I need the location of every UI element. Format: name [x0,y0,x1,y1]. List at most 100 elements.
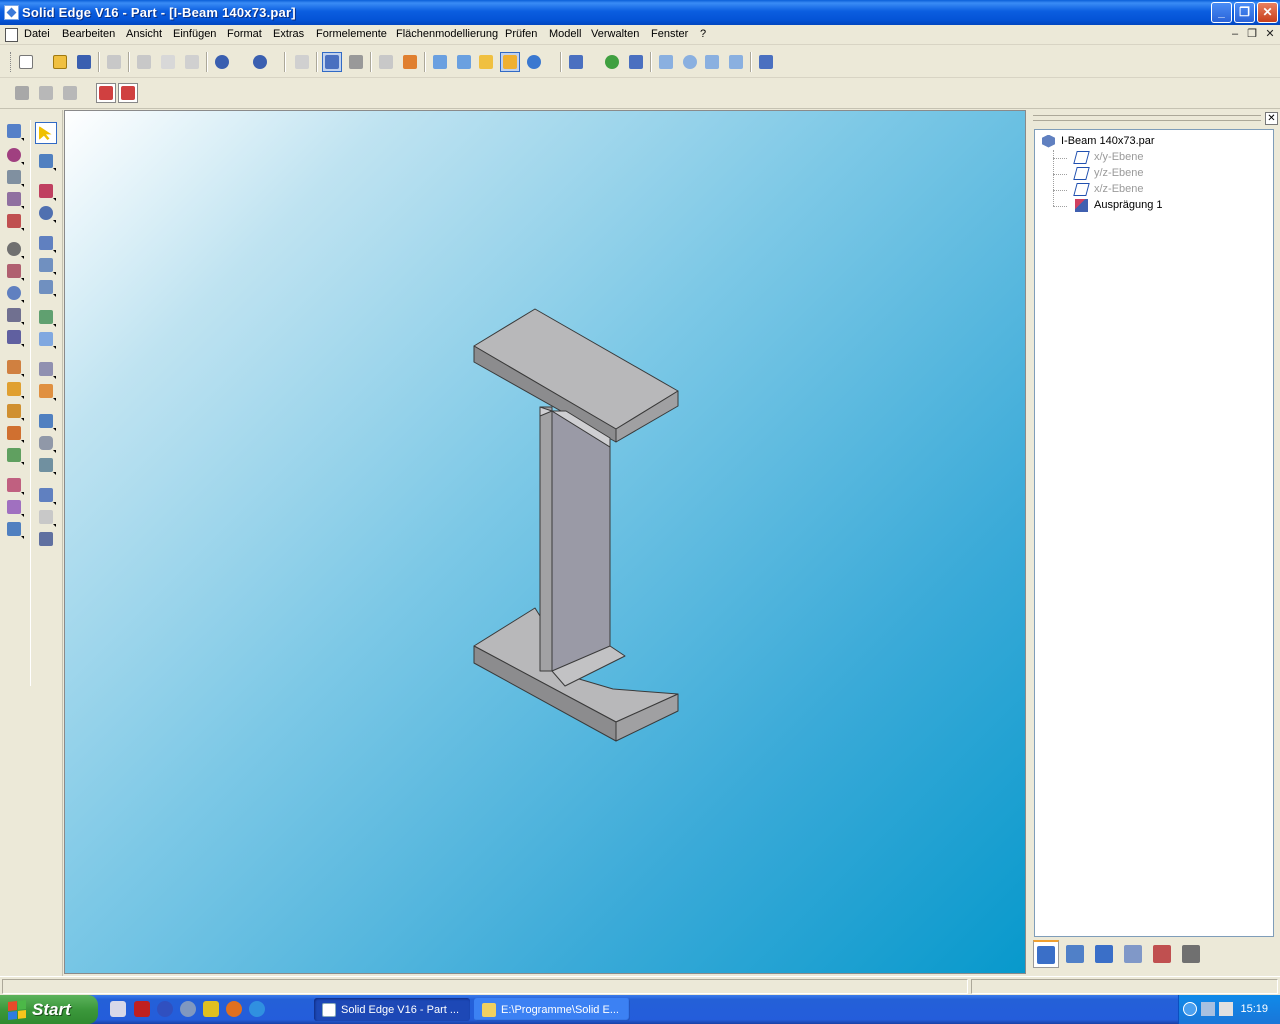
revolved-cutout-tool-icon[interactable] [3,188,25,210]
pan-icon[interactable] [726,52,746,72]
internet-explorer-icon[interactable] [249,1001,265,1017]
mdi-close-button[interactable]: ✕ [1263,27,1277,41]
web-network-tool-icon[interactable] [3,356,25,378]
new-file-icon[interactable] [16,52,36,72]
bluesurf-tool-icon[interactable] [35,528,57,550]
feature-library-icon[interactable] [96,83,116,103]
start-button[interactable]: Start [0,995,98,1024]
rib-tool-icon[interactable] [3,326,25,348]
toolbar-grip[interactable] [10,52,14,72]
chamfer-tool-icon[interactable] [3,260,25,282]
panel-close-button[interactable]: ✕ [1265,112,1278,125]
menu-einfuegen[interactable]: Einfügen [173,28,216,40]
vent-tool-icon[interactable] [3,400,25,422]
task-explorer[interactable]: E:\Programme\Solid E... [474,998,630,1021]
tab-sensors[interactable] [1149,940,1175,968]
round-tool-icon[interactable] [3,238,25,260]
coordinate-system-tool-icon[interactable] [35,484,57,506]
i-beam-model[interactable] [65,111,1025,973]
fit-selection-icon[interactable] [376,52,396,72]
surface-tool-icon[interactable] [35,328,57,350]
acrobat-icon[interactable] [134,1001,150,1017]
shaded-edges-view-icon[interactable] [500,52,520,72]
open-file-icon[interactable] [50,52,70,72]
split-tool-icon[interactable] [35,380,57,402]
menu-extras[interactable]: Extras [273,28,304,40]
panel-grip[interactable] [1033,115,1261,121]
app-quicklaunch-icon[interactable] [203,1001,219,1017]
mdi-restore-button[interactable]: ❐ [1245,27,1259,41]
firefox-icon[interactable] [226,1001,242,1017]
hole-tool-icon[interactable] [3,210,25,232]
mounting-boss-tool-icon[interactable] [3,422,25,444]
reference-plane-tool-icon[interactable] [35,506,57,528]
add-body-tool-icon[interactable] [35,410,57,432]
pattern-tool-icon[interactable] [3,474,25,496]
common-views-icon[interactable] [626,52,646,72]
swept-protrusion-tool-icon[interactable] [35,232,57,254]
minimize-button[interactable]: _ [1211,2,1232,23]
help-pointer-icon[interactable] [756,52,776,72]
rotate-view-icon[interactable] [602,52,622,72]
zoom-icon[interactable] [680,52,700,72]
zoom-area-icon[interactable] [656,52,676,72]
sketch-plane-icon[interactable] [36,83,56,103]
network-icon[interactable] [1201,1002,1215,1016]
named-views-icon[interactable] [566,52,586,72]
print-icon[interactable] [104,52,124,72]
tree-item-xz-plane[interactable]: x/z-Ebene [1073,181,1144,197]
title-bar[interactable]: Solid Edge V16 - Part - [I-Beam 140x73.p… [0,0,1280,25]
close-button[interactable]: ✕ [1257,2,1278,23]
undo-icon[interactable] [212,52,232,72]
thread-tool-icon[interactable] [35,358,57,380]
tree-item-xy-plane[interactable]: x/y-Ebene [1073,149,1144,165]
menu-verwalten[interactable]: Verwalten [591,28,639,40]
menu-ansicht[interactable]: Ansicht [126,28,162,40]
thin-wall-tool-icon[interactable] [3,304,25,326]
tree-root-part[interactable]: I-Beam 140x73.par [1042,133,1155,149]
media-player-icon[interactable] [157,1001,173,1017]
tab-feature-library[interactable] [1120,940,1146,968]
sketch-icon[interactable] [12,83,32,103]
helix-tool-icon[interactable] [35,276,57,298]
lip-tool-icon[interactable] [3,378,25,400]
tab-family-of-parts[interactable] [1062,940,1088,968]
tab-ipart[interactable] [1178,940,1204,968]
cylinder-tool-icon[interactable] [35,432,57,454]
shaded-view-icon[interactable] [476,52,496,72]
tab-feature-pathfinder[interactable] [1033,940,1059,968]
clock[interactable]: 15:19 [1240,1003,1268,1015]
settings-gear-icon[interactable] [180,1001,196,1017]
extrude-tool-icon[interactable] [3,120,25,142]
feature-pathfinder-tree[interactable]: I-Beam 140x73.par x/y-Ebene y/z-Ebene x/… [1034,129,1274,937]
draft-tool-icon[interactable] [3,282,25,304]
solid-edge-app-icon[interactable] [4,5,19,20]
task-solid-edge[interactable]: Solid Edge V16 - Part ... [314,998,470,1021]
save-icon[interactable] [74,52,94,72]
paste-icon[interactable] [182,52,202,72]
select-arrow-icon[interactable] [35,122,57,144]
document-icon[interactable] [5,28,18,42]
tab-layers[interactable] [1091,940,1117,968]
mirror-tool-icon[interactable] [3,496,25,518]
revolved-protrusion-tool-icon[interactable] [35,202,57,224]
tree-item-yz-plane[interactable]: y/z-Ebene [1073,165,1144,181]
menu-formelemente[interactable]: Formelemente [316,28,387,40]
maximize-button[interactable]: ❐ [1234,2,1255,23]
render-icon[interactable] [400,52,420,72]
graphics-viewport[interactable] [64,110,1026,974]
cut-icon[interactable] [134,52,154,72]
view-style-icon[interactable] [524,52,544,72]
fit-icon[interactable] [702,52,722,72]
face-tool-icon[interactable] [35,454,57,476]
revolve-tool-icon[interactable] [3,144,25,166]
menu-bearbeiten[interactable]: Bearbeiten [62,28,115,40]
protrusion-tool-icon[interactable] [35,180,57,202]
menu-fenster[interactable]: Fenster [651,28,688,40]
tree-item-extrusion[interactable]: Ausprägung 1 [1075,197,1163,213]
sketch-tool-icon[interactable] [35,150,57,172]
mail-icon[interactable] [1219,1002,1233,1016]
show-desktop-icon[interactable] [110,1001,126,1017]
wireframe-view-icon[interactable] [430,52,450,72]
tray-expand-icon[interactable] [1183,1002,1197,1016]
